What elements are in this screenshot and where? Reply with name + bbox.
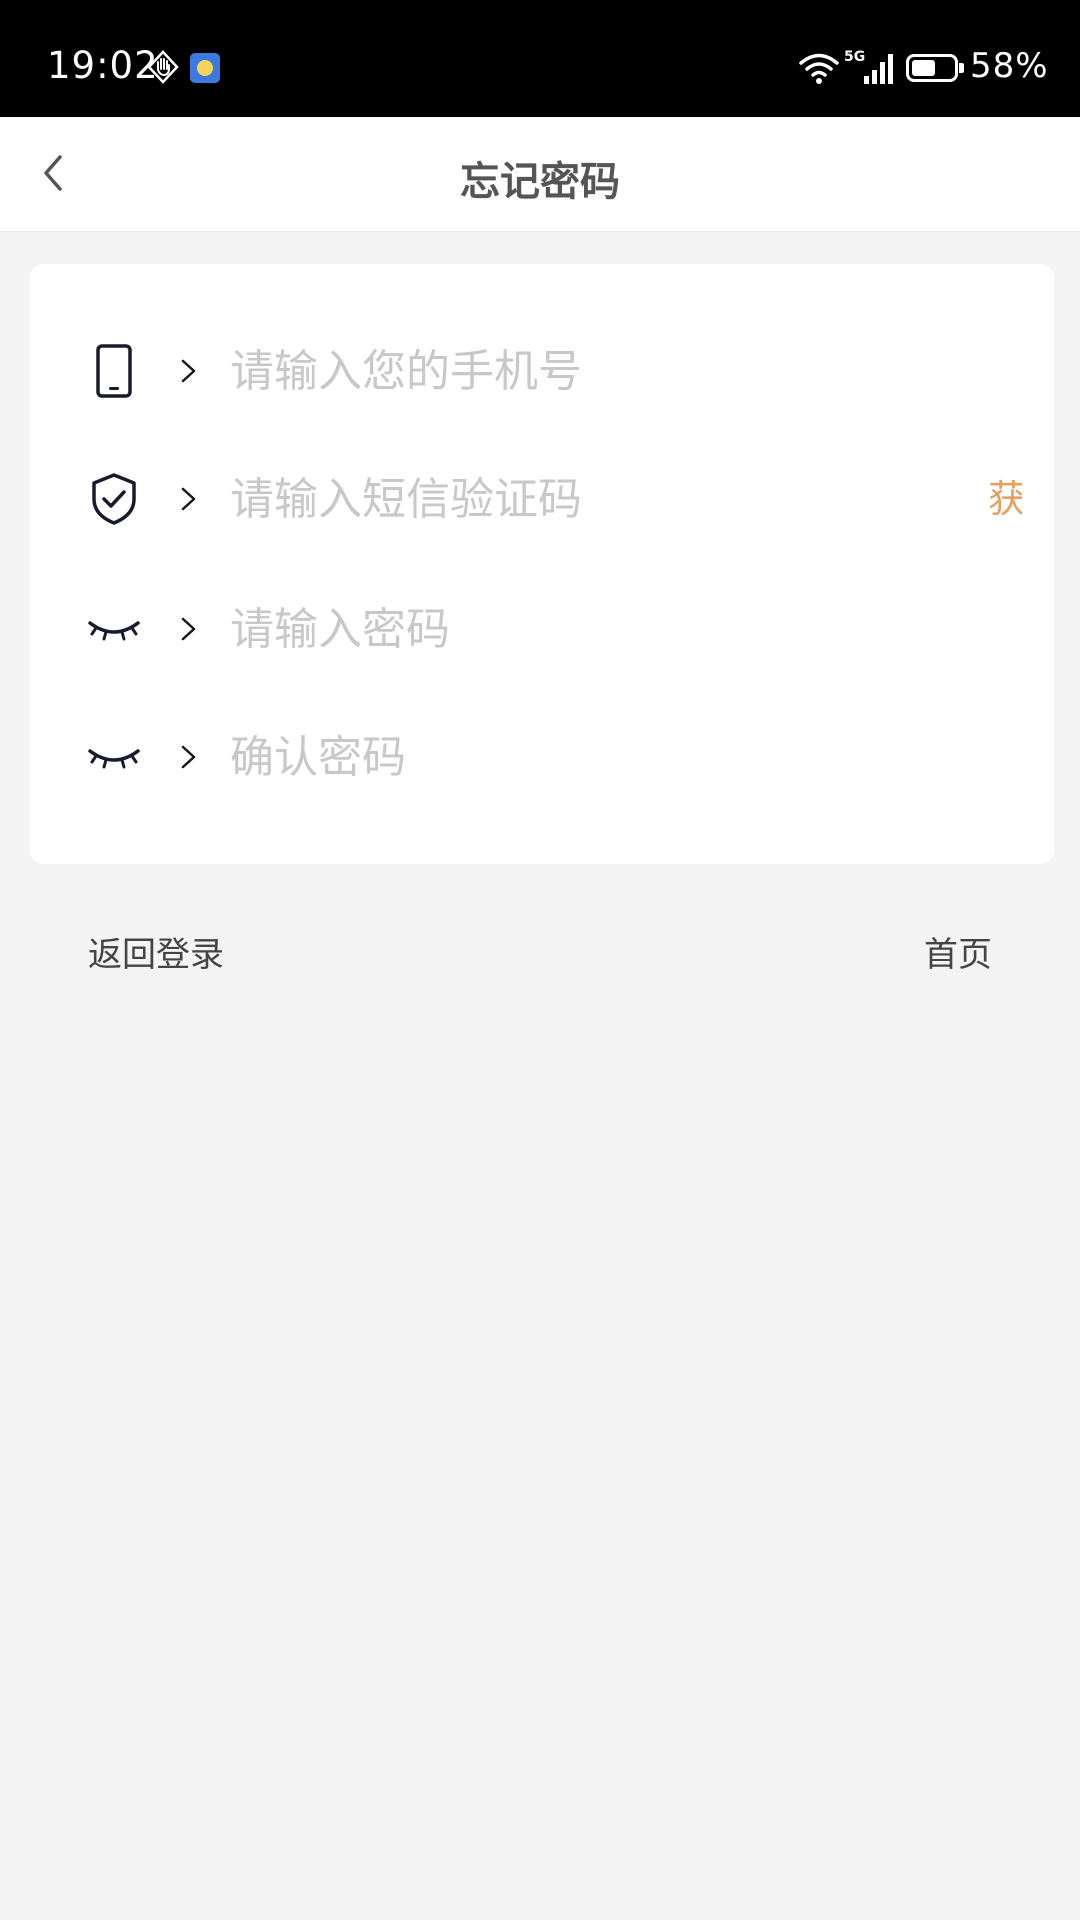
eye-closed-icon[interactable] [86, 729, 142, 785]
sms-code-row: 获 [30, 449, 1054, 549]
phone-icon [96, 344, 132, 398]
hand-icon [147, 50, 179, 84]
back-to-login-link[interactable]: 返回登录 [88, 927, 224, 976]
phone-input[interactable] [230, 339, 930, 403]
battery-icon [906, 54, 964, 82]
shield-check-icon [92, 473, 136, 525]
chevron-right-icon [181, 359, 196, 383]
password-row [30, 579, 1054, 679]
chevron-right-icon [181, 745, 196, 769]
status-bar: 19:02 5G 58% [0, 0, 1080, 117]
nav-header: 忘记密码 [0, 117, 1080, 232]
battery-percent: 58% [970, 46, 1049, 86]
wifi-icon [799, 53, 839, 84]
password-input[interactable] [230, 597, 930, 661]
status-time: 19:02 [47, 44, 159, 87]
phone-row [30, 321, 1054, 421]
chevron-right-icon [181, 487, 196, 511]
get-code-button[interactable]: 获 [988, 471, 1022, 527]
sms-code-input[interactable] [230, 467, 790, 531]
chevron-right-icon [181, 617, 196, 641]
status-right-group: 5G 58% [780, 0, 1080, 117]
eye-closed-icon[interactable] [86, 601, 142, 657]
confirm-password-row [30, 707, 1054, 807]
confirm-password-input[interactable] [230, 725, 930, 789]
weather-icon [190, 53, 220, 83]
reset-password-form: 获 [30, 264, 1054, 864]
home-link[interactable]: 首页 [924, 927, 992, 976]
page-title: 忘记密码 [460, 159, 620, 205]
cellular-signal-icon [864, 54, 893, 84]
